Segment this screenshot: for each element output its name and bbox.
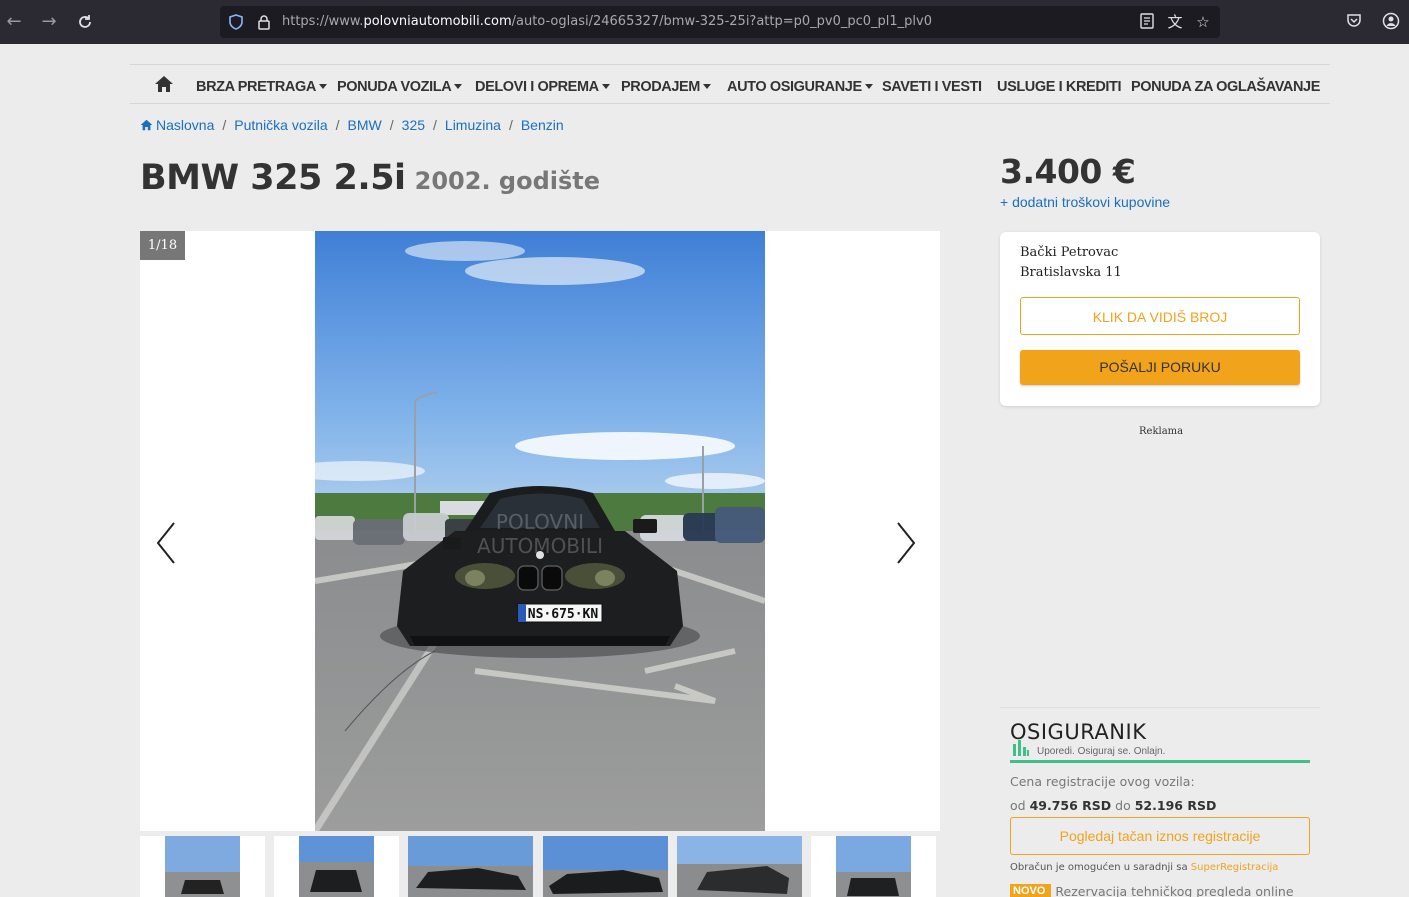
nav-usluge-i-krediti[interactable]: USLUGE I KREDITI	[997, 65, 1122, 105]
vehicle-name: BMW 325 2.5i	[140, 158, 406, 198]
osiguranik-underline	[1010, 760, 1310, 763]
breadcrumb-bmw[interactable]: BMW	[348, 117, 382, 133]
thumbnail[interactable]	[274, 836, 399, 897]
pocket-icon[interactable]	[1344, 12, 1364, 32]
registration-title: Cena registracije ovog vozila:	[1010, 774, 1195, 789]
seller-city: Bački Petrovac	[1020, 245, 1119, 260]
bookmark-star-icon[interactable]: ☆	[1194, 13, 1212, 31]
main-photo[interactable]: NS·675·KN POLOVNI AUTOMOBILI	[315, 231, 765, 831]
back-icon[interactable]: ←	[2, 10, 26, 34]
nav-delovi-i-oprema[interactable]: DELOVI I OPREMA	[475, 65, 610, 105]
nav-ponuda-za-oglasavanje[interactable]: PONUDA ZA OGLAŠAVANJE	[1131, 65, 1320, 105]
breadcrumb-325[interactable]: 325	[402, 117, 425, 133]
thumbnail[interactable]	[140, 836, 265, 897]
osiguranik-logo[interactable]: OSIGURANIK	[1010, 720, 1146, 744]
home-icon	[140, 119, 153, 131]
nav-prodajem[interactable]: PRODAJEM	[621, 65, 711, 105]
technical-inspection-promo[interactable]: NOVO Rezervacija tehničkog pregleda onlin…	[1010, 884, 1294, 897]
caret-down-icon	[864, 84, 873, 89]
vehicle-year: 2002. godište	[414, 167, 601, 195]
registration-price-button[interactable]: Pogledaj tačan iznos registracije	[1010, 817, 1310, 855]
address-bar[interactable]: https://www.polovniautomobili.com/auto-o…	[220, 6, 1220, 38]
superregistracija-link[interactable]: SuperRegistracija	[1191, 862, 1279, 873]
osiguranik-tagline: Uporedi. Osiguraj se. Onlajn.	[1037, 746, 1166, 757]
thumbnail[interactable]	[543, 836, 668, 897]
breadcrumb: Naslovna / Putnička vozila / BMW/325/Limuzin…	[140, 117, 564, 133]
caret-down-icon	[702, 84, 711, 89]
nav-auto-osiguranje[interactable]: AUTO OSIGURANJE	[727, 65, 873, 105]
ad-label: Reklama	[1139, 426, 1184, 437]
home-icon[interactable]	[154, 75, 174, 93]
gallery-counter: 1/18	[140, 231, 185, 260]
shield-icon[interactable]	[228, 14, 244, 30]
new-badge: NOVO	[1010, 884, 1052, 897]
promo-text: Rezervacija tehničkog pregleda online	[1055, 884, 1294, 897]
registration-note: Obračun je omogućen u saradnji sa SuperR…	[1010, 862, 1279, 873]
caret-down-icon	[601, 84, 610, 89]
lock-icon[interactable]	[256, 14, 272, 30]
send-message-button[interactable]: POŠALJI PORUKU	[1020, 350, 1300, 385]
photo-gallery: 1/18 NS·675·KN POLOVNI AUTOMOBILI	[140, 231, 940, 831]
translate-icon[interactable]: 文	[1166, 13, 1184, 31]
divider	[1000, 707, 1320, 708]
license-plate: NS·675·KN	[528, 607, 599, 622]
url-text[interactable]: https://www.polovniautomobili.com/auto-o…	[282, 14, 932, 29]
reload-icon[interactable]	[73, 10, 97, 34]
breadcrumb-home[interactable]: Naslovna	[140, 117, 214, 133]
watermark: POLOVNI	[496, 510, 584, 534]
browser-toolbar: ← → https://www.polovniautomobili.com/au…	[0, 0, 1409, 44]
listing-title: BMW 325 2.5i 2002. godište	[140, 158, 600, 198]
nav-brza-pretraga[interactable]: BRZA PRETRAGA	[196, 65, 327, 105]
thumbnail-strip	[140, 836, 940, 897]
breadcrumb-benzin[interactable]: Benzin	[521, 117, 564, 133]
seller-card: Bački Petrovac Bratislavska 11 KLIK DA V…	[1000, 232, 1320, 406]
thumbnail[interactable]	[811, 836, 936, 897]
account-icon[interactable]	[1381, 12, 1401, 32]
reader-view-icon[interactable]	[1138, 13, 1156, 31]
caret-down-icon	[454, 84, 463, 89]
main-navigation: BRZA PRETRAGA PONUDA VOZILA DELOVI I OPR…	[130, 64, 1330, 104]
breadcrumb-limuzina[interactable]: Limuzina	[445, 117, 501, 133]
watermark: AUTOMOBILI	[477, 534, 603, 558]
next-photo-arrow-icon[interactable]	[894, 521, 918, 565]
caret-down-icon	[318, 84, 327, 89]
previous-photo-arrow-icon[interactable]	[154, 521, 178, 565]
nav-saveti-i-vesti[interactable]: SAVETI I VESTI	[882, 65, 982, 105]
seller-address: Bratislavska 11	[1020, 265, 1122, 280]
registration-range: od 49.756 RSD do 52.196 RSD	[1010, 798, 1217, 813]
extra-costs-link[interactable]: + dodatni troškovi kupovine	[1000, 194, 1170, 210]
price: 3.400 €	[1000, 152, 1136, 191]
nav-ponuda-vozila[interactable]: PONUDA VOZILA	[337, 65, 463, 105]
show-phone-button[interactable]: KLIK DA VIDIŠ BROJ	[1020, 297, 1300, 335]
breadcrumb-putnicka-vozila[interactable]: Putnička vozila	[234, 117, 327, 133]
forward-icon[interactable]: →	[37, 10, 61, 34]
osiguranik-bars-icon	[1012, 738, 1030, 756]
thumbnail[interactable]	[677, 836, 802, 897]
thumbnail[interactable]	[408, 836, 533, 897]
